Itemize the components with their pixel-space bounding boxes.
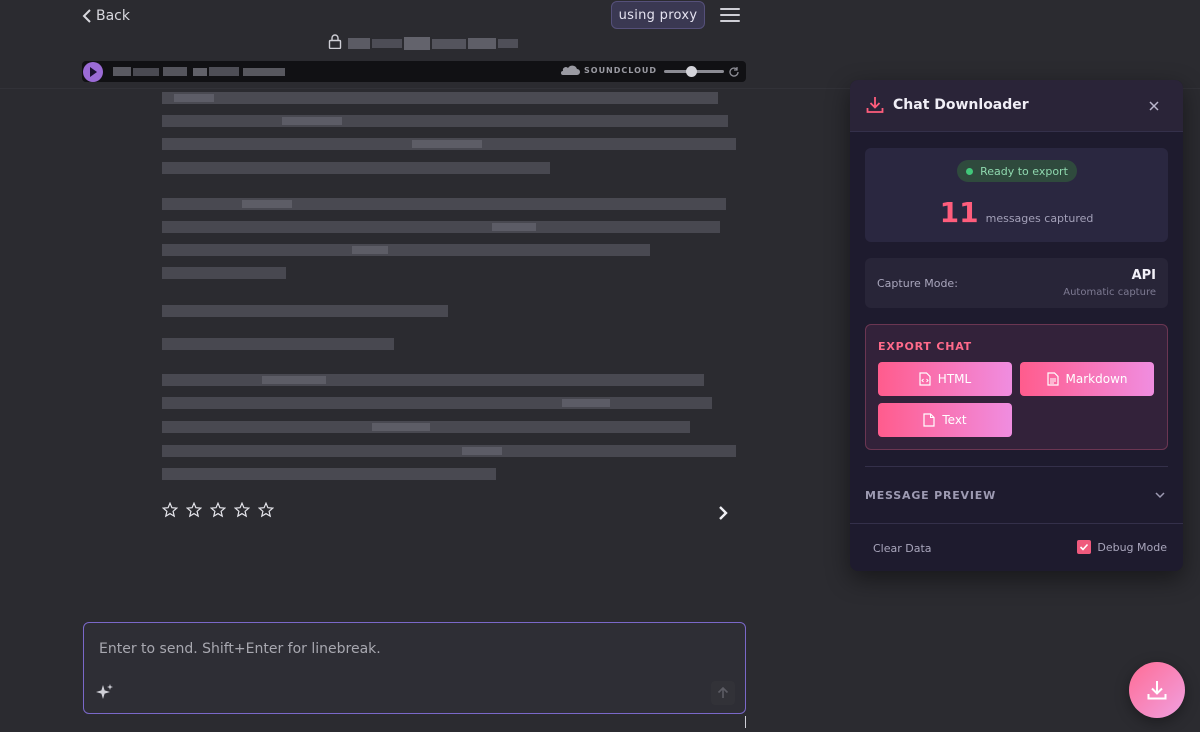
- file-icon: [923, 413, 935, 427]
- play-button[interactable]: [83, 61, 103, 82]
- chevron-right-icon[interactable]: [717, 504, 729, 522]
- message-count-label: messages captured: [985, 212, 1094, 225]
- export-card: EXPORT CHAT HTML Markdown Text: [865, 324, 1168, 450]
- conversation-title-row: [328, 33, 518, 53]
- capture-mode-card: Capture Mode: API Automatic capture: [865, 258, 1168, 308]
- chevron-left-icon: [82, 9, 91, 23]
- download-icon: [866, 97, 884, 113]
- export-html-label: HTML: [937, 372, 972, 386]
- panel-title: Chat Downloader: [893, 97, 1029, 113]
- message-preview-toggle[interactable]: MESSAGE PREVIEW: [865, 466, 1168, 523]
- chat-downloader-panel: Chat Downloader Ready to export 11 messa…: [850, 80, 1183, 571]
- message-preview-label: MESSAGE PREVIEW: [865, 489, 996, 502]
- lock-icon: [328, 33, 342, 53]
- star-icon[interactable]: [209, 501, 227, 522]
- clear-data-button[interactable]: Clear Data: [873, 542, 932, 555]
- capture-mode-value: API: [1131, 268, 1156, 283]
- export-text-button[interactable]: Text: [878, 403, 1012, 437]
- rating-stars: [161, 501, 275, 522]
- soundcloud-brand: SOUNDCLOUD: [584, 66, 658, 75]
- export-markdown-button[interactable]: Markdown: [1020, 362, 1154, 396]
- debug-mode-toggle: Debug Mode: [1077, 540, 1167, 554]
- status-text: Ready to export: [980, 164, 1068, 178]
- capture-mode-subtext: Automatic capture: [1063, 287, 1156, 298]
- capture-mode-label: Capture Mode:: [877, 277, 958, 290]
- top-bar: Back using proxy SOUNDCLOUD: [0, 0, 1200, 88]
- redacted-message-text: [162, 92, 736, 480]
- chevron-down-icon: [1155, 492, 1165, 499]
- status-card: Ready to export 11 messages captured: [865, 148, 1168, 242]
- export-html-button[interactable]: HTML: [878, 362, 1012, 396]
- sparkle-icon[interactable]: [96, 683, 114, 701]
- star-icon[interactable]: [185, 501, 203, 522]
- debug-mode-checkbox[interactable]: [1077, 540, 1092, 554]
- send-button[interactable]: [711, 681, 735, 705]
- cloud-icon: [561, 65, 580, 75]
- debug-mode-label: Debug Mode: [1097, 540, 1167, 554]
- play-icon: [90, 66, 97, 77]
- text-cursor: [745, 716, 746, 728]
- volume-slider-knob[interactable]: [686, 66, 697, 77]
- file-text-icon: [1046, 372, 1059, 386]
- soundcloud-logo: SOUNDCLOUD: [560, 65, 657, 76]
- message-input[interactable]: [99, 641, 719, 663]
- star-icon[interactable]: [161, 501, 179, 522]
- status-dot: [966, 167, 974, 175]
- star-icon[interactable]: [257, 501, 275, 522]
- export-section-title: EXPORT CHAT: [878, 340, 972, 353]
- check-icon: [1080, 543, 1089, 551]
- panel-footer: Clear Data Debug Mode: [850, 523, 1183, 571]
- proxy-badge[interactable]: using proxy: [611, 1, 705, 29]
- hamburger-menu-icon[interactable]: [720, 8, 740, 24]
- back-button[interactable]: Back: [82, 6, 130, 26]
- message-count-row: 11 messages captured: [865, 196, 1168, 229]
- panel-header: Chat Downloader: [850, 80, 1183, 132]
- star-icon[interactable]: [233, 501, 251, 522]
- replay-icon[interactable]: [728, 66, 740, 78]
- redacted-track-title: [113, 67, 285, 76]
- floating-download-button[interactable]: [1129, 662, 1185, 718]
- redacted-title: [348, 36, 518, 50]
- arrow-up-icon: [717, 687, 729, 698]
- soundcloud-player: SOUNDCLOUD: [82, 61, 746, 82]
- export-text-label: Text: [942, 413, 967, 427]
- status-badge: Ready to export: [957, 160, 1077, 182]
- file-code-icon: [919, 372, 931, 386]
- back-label: Back: [96, 8, 130, 24]
- export-markdown-label: Markdown: [1065, 372, 1128, 386]
- message-count: 11: [939, 196, 979, 229]
- download-icon: [1147, 681, 1167, 700]
- message-composer: [83, 622, 746, 714]
- close-icon[interactable]: [1147, 99, 1161, 113]
